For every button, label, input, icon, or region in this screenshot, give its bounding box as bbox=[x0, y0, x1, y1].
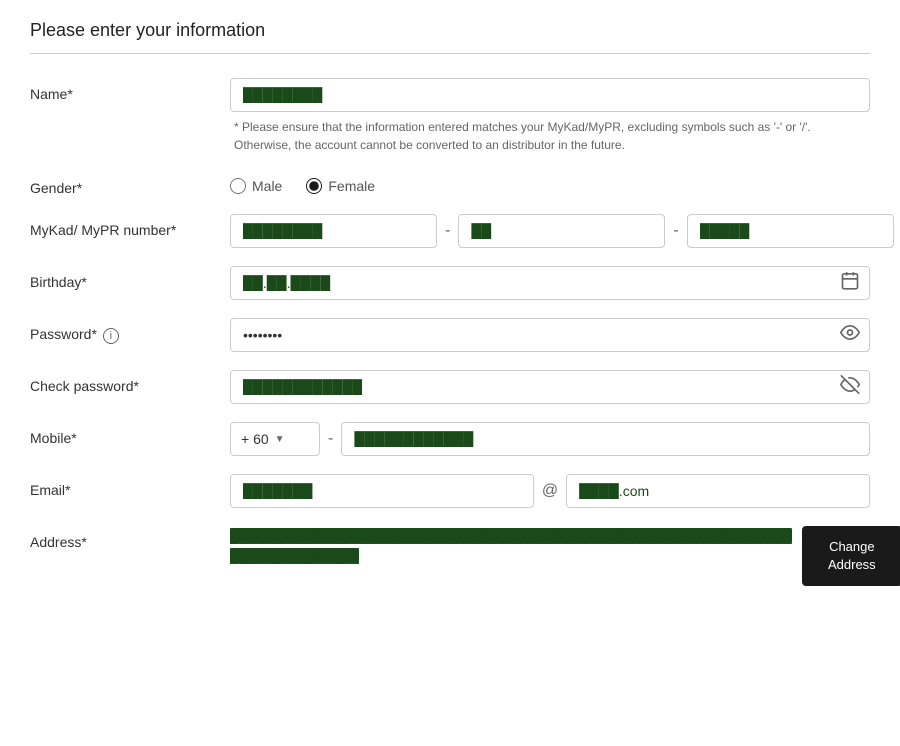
gender-row: Gender* Male Female bbox=[30, 172, 870, 196]
mykad-label: MyKad/ MyPR number* bbox=[30, 214, 230, 238]
divider bbox=[30, 53, 870, 54]
address-line1: ████████████████████████████████████████… bbox=[230, 526, 792, 546]
country-code-dropdown[interactable]: + 60 ▼ bbox=[230, 422, 320, 456]
gender-options: Male Female bbox=[230, 172, 870, 194]
name-hint: * Please ensure that the information ent… bbox=[230, 118, 870, 154]
mykad-sep2: - bbox=[673, 222, 678, 240]
gender-female-label: Female bbox=[328, 178, 375, 194]
check-password-input[interactable] bbox=[230, 370, 870, 404]
check-password-label: Check password* bbox=[30, 370, 230, 394]
at-symbol: @ bbox=[542, 482, 558, 500]
page-title: Please enter your information bbox=[30, 20, 870, 41]
gender-female-radio[interactable] bbox=[306, 178, 322, 194]
password-control bbox=[230, 318, 870, 352]
mykad-part3-input[interactable] bbox=[687, 214, 894, 248]
gender-male-option[interactable]: Male bbox=[230, 178, 282, 194]
name-input-wrapper bbox=[230, 78, 870, 112]
email-row: Email* @ bbox=[30, 474, 870, 508]
password-eye-icon[interactable] bbox=[840, 323, 860, 348]
check-password-eye-icon[interactable] bbox=[840, 375, 860, 400]
name-input[interactable] bbox=[230, 78, 870, 112]
address-row: Address* ███████████████████████████████… bbox=[30, 526, 870, 586]
check-password-input-wrapper bbox=[230, 370, 870, 404]
check-password-control bbox=[230, 370, 870, 404]
address-line2: ██████████████ bbox=[230, 546, 792, 566]
mykad-sep1: - bbox=[445, 222, 450, 240]
password-label: Password* i bbox=[30, 318, 230, 344]
name-row: Name* * Please ensure that the informati… bbox=[30, 78, 870, 154]
password-row: Password* i bbox=[30, 318, 870, 352]
password-input-wrapper bbox=[230, 318, 870, 352]
mobile-number-input[interactable] bbox=[341, 422, 870, 456]
mobile-group: + 60 ▼ - bbox=[230, 422, 870, 456]
mobile-sep: - bbox=[328, 430, 333, 448]
password-input[interactable] bbox=[230, 318, 870, 352]
email-local-input[interactable] bbox=[230, 474, 534, 508]
mykad-row: MyKad/ MyPR number* - - bbox=[30, 214, 870, 248]
address-group: ████████████████████████████████████████… bbox=[230, 526, 900, 586]
email-domain-input[interactable] bbox=[566, 474, 870, 508]
name-control: * Please ensure that the information ent… bbox=[230, 78, 870, 154]
check-password-row: Check password* bbox=[30, 370, 870, 404]
chevron-down-icon: ▼ bbox=[275, 434, 285, 445]
country-code-value: + 60 bbox=[241, 431, 269, 447]
mykad-control: - - bbox=[230, 214, 894, 248]
address-control: ████████████████████████████████████████… bbox=[230, 526, 900, 586]
birthday-label: Birthday* bbox=[30, 266, 230, 290]
birthday-row: Birthday* bbox=[30, 266, 870, 300]
mykad-group: - - bbox=[230, 214, 894, 248]
address-text-area: ████████████████████████████████████████… bbox=[230, 526, 792, 565]
mobile-row: Mobile* + 60 ▼ - bbox=[30, 422, 870, 456]
birthday-input-wrapper bbox=[230, 266, 870, 300]
gender-male-radio[interactable] bbox=[230, 178, 246, 194]
password-label-text: Password* bbox=[30, 326, 97, 342]
name-label: Name* bbox=[30, 78, 230, 102]
mykad-part1-input[interactable] bbox=[230, 214, 437, 248]
email-group: @ bbox=[230, 474, 870, 508]
mobile-control: + 60 ▼ - bbox=[230, 422, 870, 456]
birthday-input[interactable] bbox=[230, 266, 870, 300]
gender-control: Male Female bbox=[230, 172, 870, 194]
change-address-button[interactable]: Change Address bbox=[802, 526, 900, 586]
address-label: Address* bbox=[30, 526, 230, 550]
mykad-part2-input[interactable] bbox=[458, 214, 665, 248]
calendar-icon[interactable] bbox=[840, 271, 860, 296]
gender-female-option[interactable]: Female bbox=[306, 178, 375, 194]
email-label: Email* bbox=[30, 474, 230, 498]
gender-label: Gender* bbox=[30, 172, 230, 196]
birthday-control bbox=[230, 266, 870, 300]
mobile-label: Mobile* bbox=[30, 422, 230, 446]
gender-male-label: Male bbox=[252, 178, 282, 194]
password-info-icon[interactable]: i bbox=[103, 328, 119, 344]
email-control: @ bbox=[230, 474, 870, 508]
